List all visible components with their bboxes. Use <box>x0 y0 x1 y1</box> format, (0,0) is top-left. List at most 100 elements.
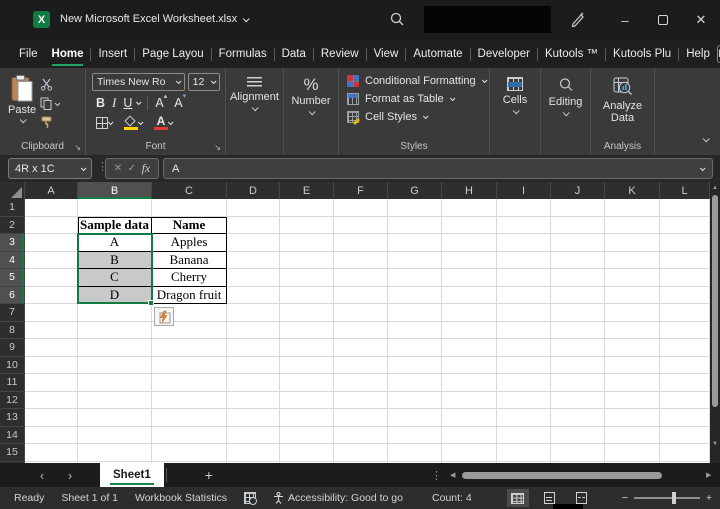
cell-E10[interactable] <box>280 356 334 374</box>
next-sheet-icon[interactable]: › <box>56 468 84 483</box>
increase-font-button[interactable]: A▴ <box>155 93 167 110</box>
cell-F11[interactable] <box>334 374 388 392</box>
cell-H9[interactable] <box>442 339 497 357</box>
cell-G1[interactable] <box>388 199 442 217</box>
cell-D12[interactable] <box>227 391 280 409</box>
cell-J15[interactable] <box>551 444 605 462</box>
cell-H12[interactable] <box>442 391 497 409</box>
zoom-slider-thumb[interactable] <box>671 492 676 504</box>
cell-F5[interactable] <box>334 269 388 287</box>
column-header-K[interactable]: K <box>605 182 660 199</box>
zoom-in-button[interactable]: + <box>706 492 712 504</box>
cell-G4[interactable] <box>388 251 442 269</box>
cell-D3[interactable] <box>227 234 280 252</box>
column-header-F[interactable]: F <box>334 182 388 199</box>
cell-I13[interactable] <box>497 409 551 427</box>
cell-J8[interactable] <box>551 321 605 339</box>
collapse-ribbon-button[interactable] <box>702 129 710 147</box>
cell-G6[interactable] <box>388 286 442 304</box>
normal-view-button[interactable] <box>506 489 529 507</box>
cell-E12[interactable] <box>280 391 334 409</box>
cell-L12[interactable] <box>660 391 710 409</box>
cell-K2[interactable] <box>605 216 660 234</box>
cell-F8[interactable] <box>334 321 388 339</box>
column-header-G[interactable]: G <box>388 182 442 199</box>
cell-D13[interactable] <box>227 409 280 427</box>
search-icon[interactable] <box>389 11 405 27</box>
cell-I9[interactable] <box>497 339 551 357</box>
cell-J1[interactable] <box>551 199 605 217</box>
cell-C5[interactable]: Cherry <box>152 269 227 287</box>
cell-H13[interactable] <box>442 409 497 427</box>
cell-G3[interactable] <box>388 234 442 252</box>
column-header-E[interactable]: E <box>280 182 334 199</box>
column-header-C[interactable]: C <box>152 182 227 199</box>
cell-J13[interactable] <box>551 409 605 427</box>
cell-E2[interactable] <box>280 216 334 234</box>
cell-L7[interactable] <box>660 304 710 322</box>
cell-G13[interactable] <box>388 409 442 427</box>
cell-D9[interactable] <box>227 339 280 357</box>
cell-C4[interactable]: Banana <box>152 251 227 269</box>
cell-E13[interactable] <box>280 409 334 427</box>
row-header-1[interactable]: 1 <box>0 199 25 217</box>
cell-J5[interactable] <box>551 269 605 287</box>
cell-J9[interactable] <box>551 339 605 357</box>
cell-K13[interactable] <box>605 409 660 427</box>
cell-J3[interactable] <box>551 234 605 252</box>
confirm-entry-icon[interactable]: ✓ <box>128 163 136 174</box>
cell-J11[interactable] <box>551 374 605 392</box>
cell-D10[interactable] <box>227 356 280 374</box>
cell-A14[interactable] <box>25 426 78 444</box>
zoom-out-button[interactable]: − <box>622 492 628 504</box>
cell-B11[interactable] <box>78 374 152 392</box>
cell-F1[interactable] <box>334 199 388 217</box>
tab-file[interactable]: File <box>12 44 45 64</box>
cell-G14[interactable] <box>388 426 442 444</box>
cell-L6[interactable] <box>660 286 710 304</box>
cell-B7[interactable] <box>78 304 152 322</box>
cell-F3[interactable] <box>334 234 388 252</box>
tab-formulas[interactable]: Formulas <box>212 44 274 64</box>
cell-H15[interactable] <box>442 444 497 462</box>
tab-help[interactable]: Help <box>679 44 717 64</box>
decrease-font-button[interactable]: A▾ <box>174 93 186 110</box>
cell-styles-button[interactable]: Cell Styles <box>347 108 489 126</box>
bold-button[interactable]: B <box>96 96 105 110</box>
cell-G11[interactable] <box>388 374 442 392</box>
maximize-button[interactable] <box>644 0 682 40</box>
number-button[interactable]: % Number <box>284 73 338 116</box>
zoom-slider[interactable] <box>633 492 700 504</box>
name-box[interactable]: 4R x 1C <box>8 158 92 179</box>
cell-K9[interactable] <box>605 339 660 357</box>
expand-formula-bar-icon[interactable] <box>699 164 706 171</box>
cell-A6[interactable] <box>25 286 78 304</box>
cell-H8[interactable] <box>442 321 497 339</box>
cell-C6[interactable]: Dragon fruit <box>152 286 227 304</box>
cell-B12[interactable] <box>78 391 152 409</box>
cell-D4[interactable] <box>227 251 280 269</box>
cell-I10[interactable] <box>497 356 551 374</box>
cell-E3[interactable] <box>280 234 334 252</box>
cell-B2[interactable]: Sample data <box>78 216 152 234</box>
cell-A11[interactable] <box>25 374 78 392</box>
cell-D6[interactable] <box>227 286 280 304</box>
cell-A7[interactable] <box>25 304 78 322</box>
cell-K10[interactable] <box>605 356 660 374</box>
scroll-up-icon[interactable]: ▲ <box>710 183 720 193</box>
cell-A10[interactable] <box>25 356 78 374</box>
cell-G8[interactable] <box>388 321 442 339</box>
tab-review[interactable]: Review <box>314 44 366 64</box>
cell-I7[interactable] <box>497 304 551 322</box>
cell-H7[interactable] <box>442 304 497 322</box>
column-header-H[interactable]: H <box>442 182 497 199</box>
cell-C14[interactable] <box>152 426 227 444</box>
cell-C13[interactable] <box>152 409 227 427</box>
cell-K6[interactable] <box>605 286 660 304</box>
cell-K1[interactable] <box>605 199 660 217</box>
row-header-11[interactable]: 11 <box>0 374 25 392</box>
scroll-right-icon[interactable]: ▶ <box>706 471 716 479</box>
cell-G10[interactable] <box>388 356 442 374</box>
tab-page-layou[interactable]: Page Layou <box>135 44 210 64</box>
cell-C2[interactable]: Name <box>152 216 227 234</box>
